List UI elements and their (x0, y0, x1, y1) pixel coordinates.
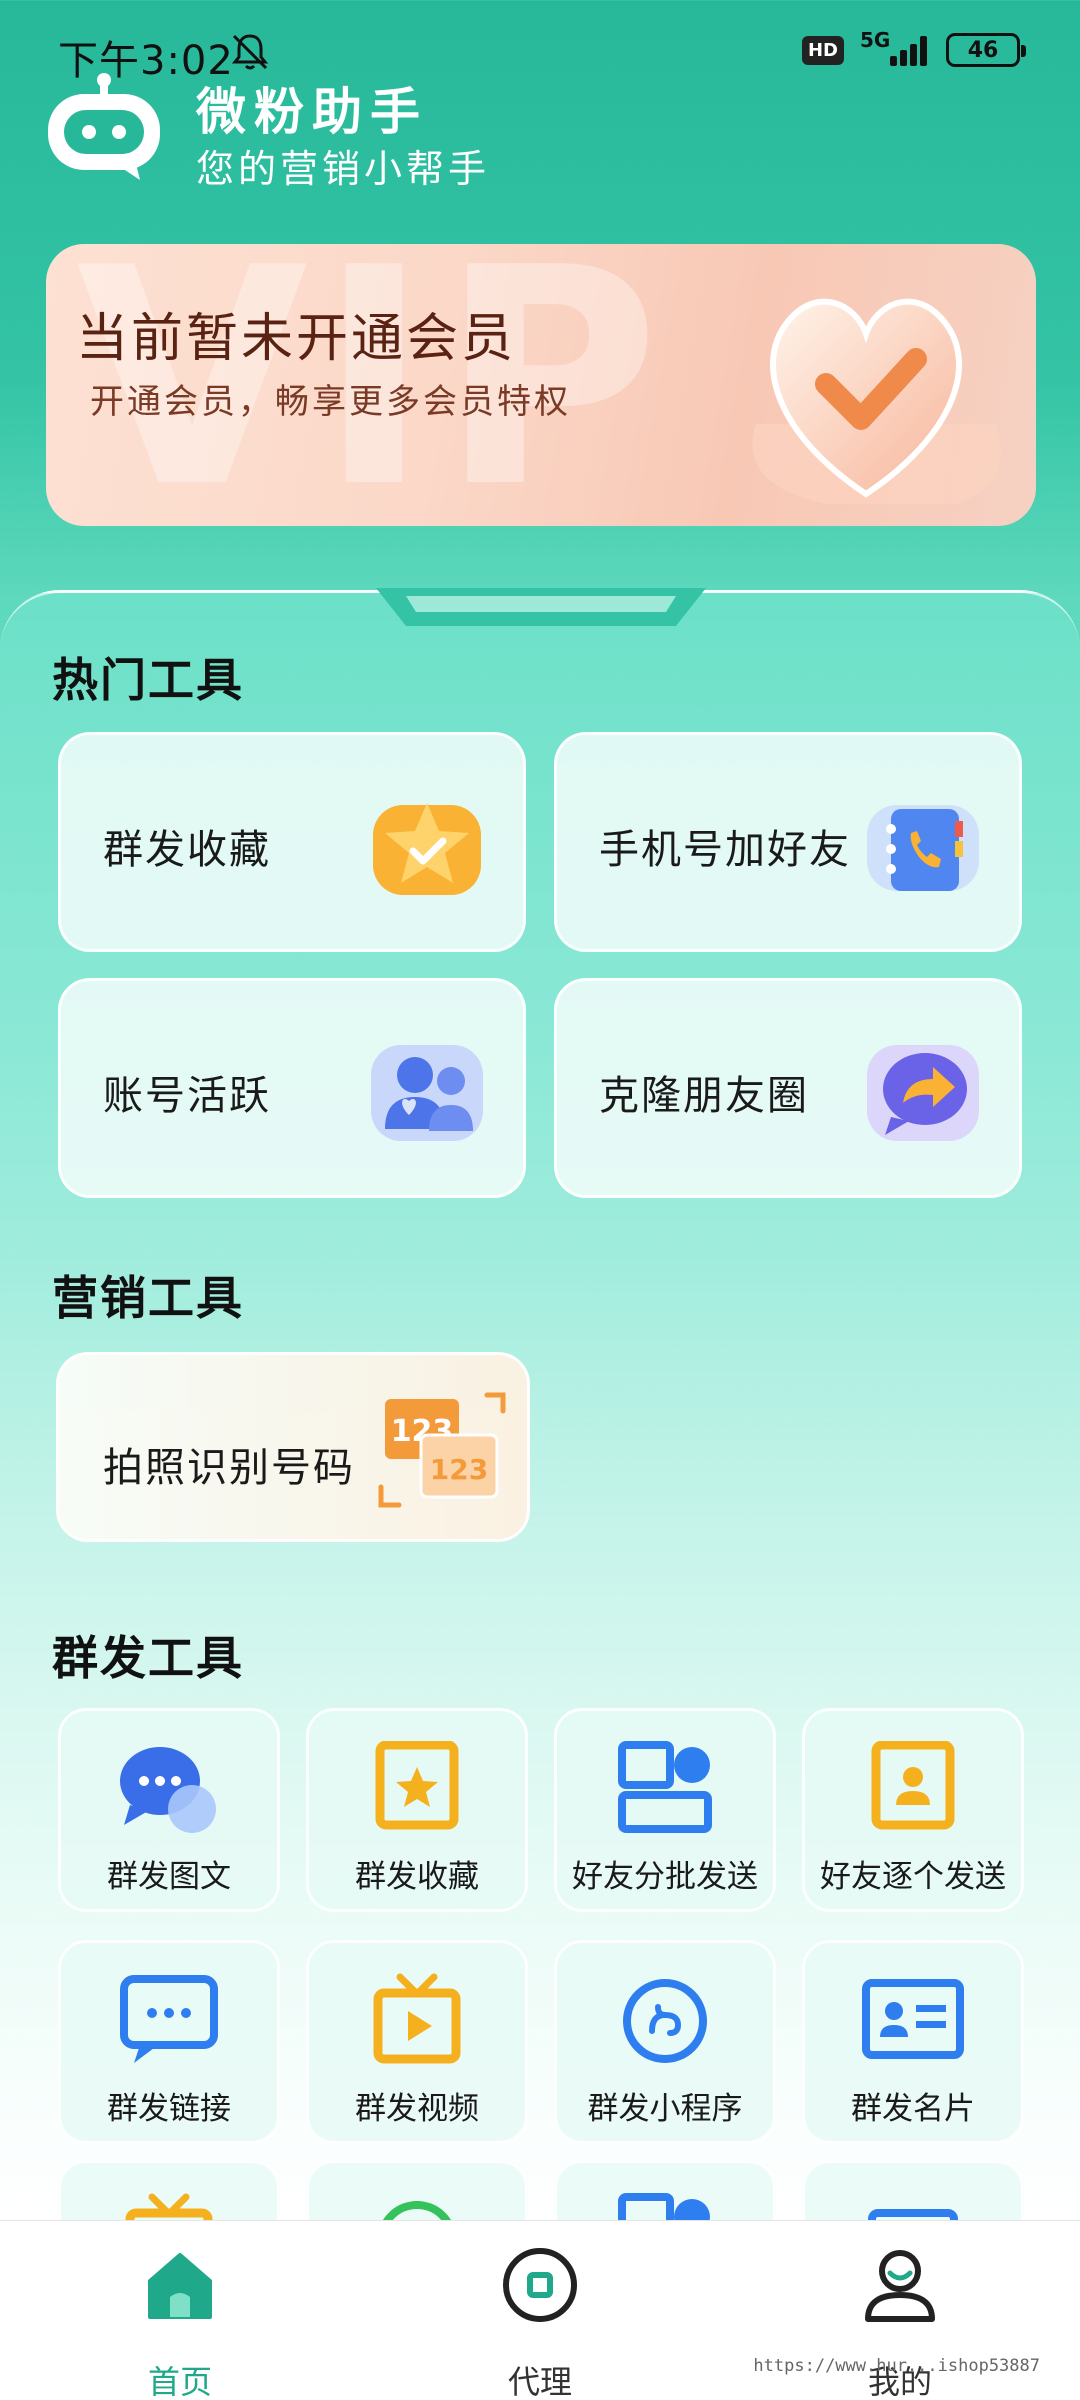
panel-notch (376, 588, 706, 626)
contact-card-icon (871, 1741, 955, 1830)
tool-card-label: 群发收藏 (103, 827, 271, 873)
network-label: 5G (860, 28, 891, 52)
mini-program-icon (623, 1979, 707, 2063)
grid-item-label: 好友逐个发送 (820, 1859, 1006, 1895)
tool-card-photo-recognize-number[interactable]: 拍照识别号码 123 123 (56, 1352, 530, 1542)
tool-card-label: 克隆朋友圈 (599, 1073, 809, 1119)
chat-bubbles-icon (120, 1747, 216, 1833)
tool-card-clone-moments[interactable]: 克隆朋友圈 (554, 978, 1022, 1198)
tool-card-broadcast-favorites[interactable]: 群发收藏 (58, 732, 526, 952)
grid-item-label: 好友分批发送 (572, 1859, 758, 1895)
mute-bell-icon (231, 34, 269, 70)
tool-card-label: 账号活跃 (103, 1073, 271, 1119)
grid-item-broadcast-business-card[interactable]: 群发名片 (802, 1940, 1024, 2144)
vip-heart-check-icon (752, 298, 1001, 504)
nav-label: 代理 (507, 2363, 572, 2400)
profile-icon (865, 2250, 935, 2322)
grid-item-label: 群发视频 (355, 2091, 479, 2127)
message-link-icon (120, 1975, 218, 2063)
tv-play-icon (373, 1973, 461, 2064)
battery-icon: 46 (946, 33, 1026, 67)
watermark-url: https://www.hur...ishop53887 (753, 2356, 1040, 2376)
nav-label: 首页 (147, 2363, 212, 2400)
grid-item-broadcast-link[interactable]: 群发链接 (58, 1940, 280, 2144)
app-subtitle: 您的营销小帮手 (196, 147, 491, 191)
grid-item-friend-one-by-one-send[interactable]: 好友逐个发送 (802, 1708, 1024, 1912)
star-frame-icon (375, 1741, 459, 1830)
app-title: 微粉助手 (196, 83, 428, 141)
battery-level: 46 (967, 37, 999, 63)
star-folder-icon (373, 803, 481, 895)
grid-item-broadcast-video[interactable]: 群发视频 (306, 1940, 528, 2144)
vip-subtitle: 开通会员，畅享更多会员特权 (90, 382, 571, 422)
grid-item-label: 群发链接 (107, 2091, 231, 2127)
nav-item-agent[interactable]: 代理 (440, 2245, 640, 2400)
grid-item-broadcast-image-text[interactable]: 群发图文 (58, 1708, 280, 1912)
grid-item-label: 群发小程序 (587, 2091, 743, 2127)
grid-item-label: 群发名片 (851, 2091, 975, 2127)
grid-item-label: 群发图文 (107, 1859, 231, 1895)
nav-item-home[interactable]: 首页 (80, 2245, 280, 2400)
signal-icon: 5G (860, 28, 930, 70)
home-icon (148, 2253, 212, 2319)
share-arrow-icon (867, 1045, 979, 1141)
tool-card-phone-add-friend[interactable]: 手机号加好友 (554, 732, 1022, 952)
marketing-tools-title: 营销工具 (52, 1271, 244, 1325)
grid-item-label: 群发收藏 (355, 1859, 479, 1895)
tool-card-account-active[interactable]: 账号活跃 (58, 978, 526, 1198)
vip-banner[interactable]: VIP 当前暂未开通会员 开通会员，畅享更多会员特权 (46, 244, 1036, 526)
tool-card-label: 手机号加好友 (599, 827, 851, 873)
business-card-icon (862, 1979, 964, 2059)
robot-logo-icon (48, 73, 160, 180)
grid-item-broadcast-mini-program[interactable]: 群发小程序 (554, 1940, 776, 2144)
scan-number-icon: 123 123 (378, 1392, 506, 1508)
hd-badge: HD (801, 35, 844, 65)
users-icon (371, 1045, 483, 1141)
grid-item-friend-batch-send[interactable]: 好友分批发送 (554, 1708, 776, 1912)
phone-book-icon (867, 805, 979, 891)
grid-item-broadcast-favorites[interactable]: 群发收藏 (306, 1708, 528, 1912)
scan-number-text-2: 123 (430, 1453, 488, 1486)
hot-tools-title: 热门工具 (52, 653, 244, 707)
batch-send-icon (618, 1741, 712, 1833)
tool-card-label: 拍照识别号码 (103, 1445, 355, 1491)
agent-icon (503, 2248, 577, 2322)
vip-title: 当前暂未开通会员 (76, 309, 517, 369)
broadcast-tools-title: 群发工具 (52, 1631, 244, 1685)
